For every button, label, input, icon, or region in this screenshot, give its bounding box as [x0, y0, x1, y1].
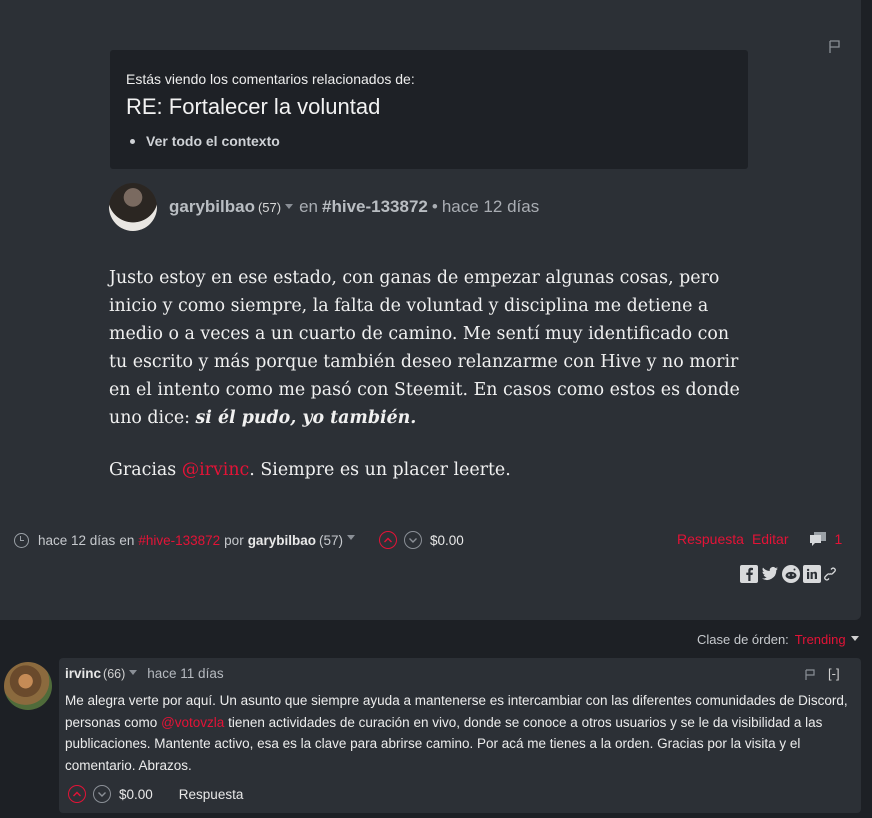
bullet — [130, 138, 135, 144]
view-full-context-link[interactable]: Ver todo el contexto — [130, 133, 280, 149]
footer-community-link[interactable]: #hive-133872 — [138, 533, 220, 548]
in-label: en — [299, 197, 319, 216]
post-text: Justo estoy en ese estado, con ganas de … — [109, 268, 740, 428]
post-paragraph: Gracias @irvinc. Siempre es un placer le… — [109, 456, 749, 484]
separator: • — [431, 197, 438, 216]
reply-header: irvinc (66) hace 11 días — [65, 666, 224, 681]
collapse-toggle[interactable]: [-] — [828, 666, 840, 681]
mention-link[interactable]: @irvinc — [182, 460, 250, 480]
post-time[interactable]: hace 12 días — [442, 197, 539, 217]
footer-by-label: por — [224, 532, 244, 548]
reply-footer: $0.00 Respuesta — [68, 785, 243, 803]
footer-in-label: en — [119, 532, 135, 548]
post-paragraph: Justo estoy en ese estado, con ganas de … — [109, 264, 749, 432]
context-title[interactable]: RE: Fortalecer la voluntad — [126, 94, 380, 120]
downvote-icon[interactable] — [93, 785, 111, 803]
reply-author-name[interactable]: irvinc — [65, 666, 101, 681]
share-row — [740, 565, 836, 583]
chevron-down-icon[interactable] — [346, 534, 355, 540]
author-reputation: (57) — [257, 200, 282, 215]
edit-button[interactable]: Editar — [752, 531, 789, 547]
community-link[interactable]: #hive-133872 — [322, 197, 428, 217]
sort-label: Clase de órden: — [697, 632, 789, 647]
reply-body: Me alegra verte por aquí. Un asunto que … — [65, 690, 855, 776]
upvote-icon[interactable] — [378, 531, 397, 549]
view-full-context-label[interactable]: Ver todo el contexto — [146, 133, 280, 149]
reply-time[interactable]: hace 11 días — [147, 666, 223, 681]
post-footer: hace 12 días en #hive-133872 por garybil… — [14, 531, 464, 549]
comment-count[interactable]: 1 — [835, 531, 843, 547]
sort-control: Clase de órden: Trending — [697, 632, 865, 647]
chevron-down-icon[interactable] — [129, 670, 138, 675]
post-emphasis: si él pudo, yo también. — [195, 408, 417, 428]
chevron-down-icon[interactable] — [850, 636, 859, 641]
sort-select[interactable]: Trending — [795, 632, 846, 647]
facebook-icon[interactable] — [740, 565, 758, 583]
chevron-down-icon[interactable] — [285, 204, 294, 209]
footer-time[interactable]: hace 12 días — [38, 533, 115, 548]
footer-author[interactable]: garybilbao — [248, 533, 316, 548]
flag-icon[interactable] — [829, 40, 841, 54]
link-icon[interactable] — [824, 566, 836, 582]
reply-author-reputation: (66) — [103, 667, 126, 681]
mention-link[interactable]: @votovzla — [161, 715, 224, 730]
reply-card: irvinc (66) hace 11 días [-] Me alegra v… — [59, 658, 861, 813]
reply-button[interactable]: Respuesta — [677, 531, 744, 547]
linkedin-icon[interactable] — [803, 565, 821, 583]
payout-value[interactable]: $0.00 — [430, 533, 464, 548]
footer-reputation: (57) — [318, 532, 343, 548]
clock-icon — [14, 532, 29, 548]
author-name[interactable]: garybilbao — [169, 197, 255, 217]
reply-payout-value[interactable]: $0.00 — [119, 787, 153, 802]
post-actions: Respuesta Editar 1 — [677, 531, 842, 547]
reply-author-avatar[interactable] — [4, 662, 52, 710]
flag-icon[interactable] — [805, 669, 816, 681]
post-card: Estás viendo los comentarios relacionado… — [0, 0, 861, 620]
author-avatar[interactable] — [109, 183, 157, 231]
upvote-icon[interactable] — [68, 785, 86, 803]
post-text: . Siempre es un placer leerte. — [249, 460, 511, 480]
twitter-icon[interactable] — [761, 566, 779, 582]
downvote-icon[interactable] — [403, 531, 422, 549]
reddit-icon[interactable] — [782, 565, 800, 583]
comments-icon[interactable] — [809, 532, 826, 546]
post-body: Justo estoy en ese estado, con ganas de … — [109, 264, 749, 484]
author-line: garybilbao (57) en #hive-133872 • hace 1… — [169, 197, 539, 217]
context-intro: Estás viendo los comentarios relacionado… — [126, 71, 415, 87]
reply-button[interactable]: Respuesta — [179, 787, 244, 802]
context-box: Estás viendo los comentarios relacionado… — [110, 50, 748, 169]
post-text: Gracias — [109, 460, 177, 480]
